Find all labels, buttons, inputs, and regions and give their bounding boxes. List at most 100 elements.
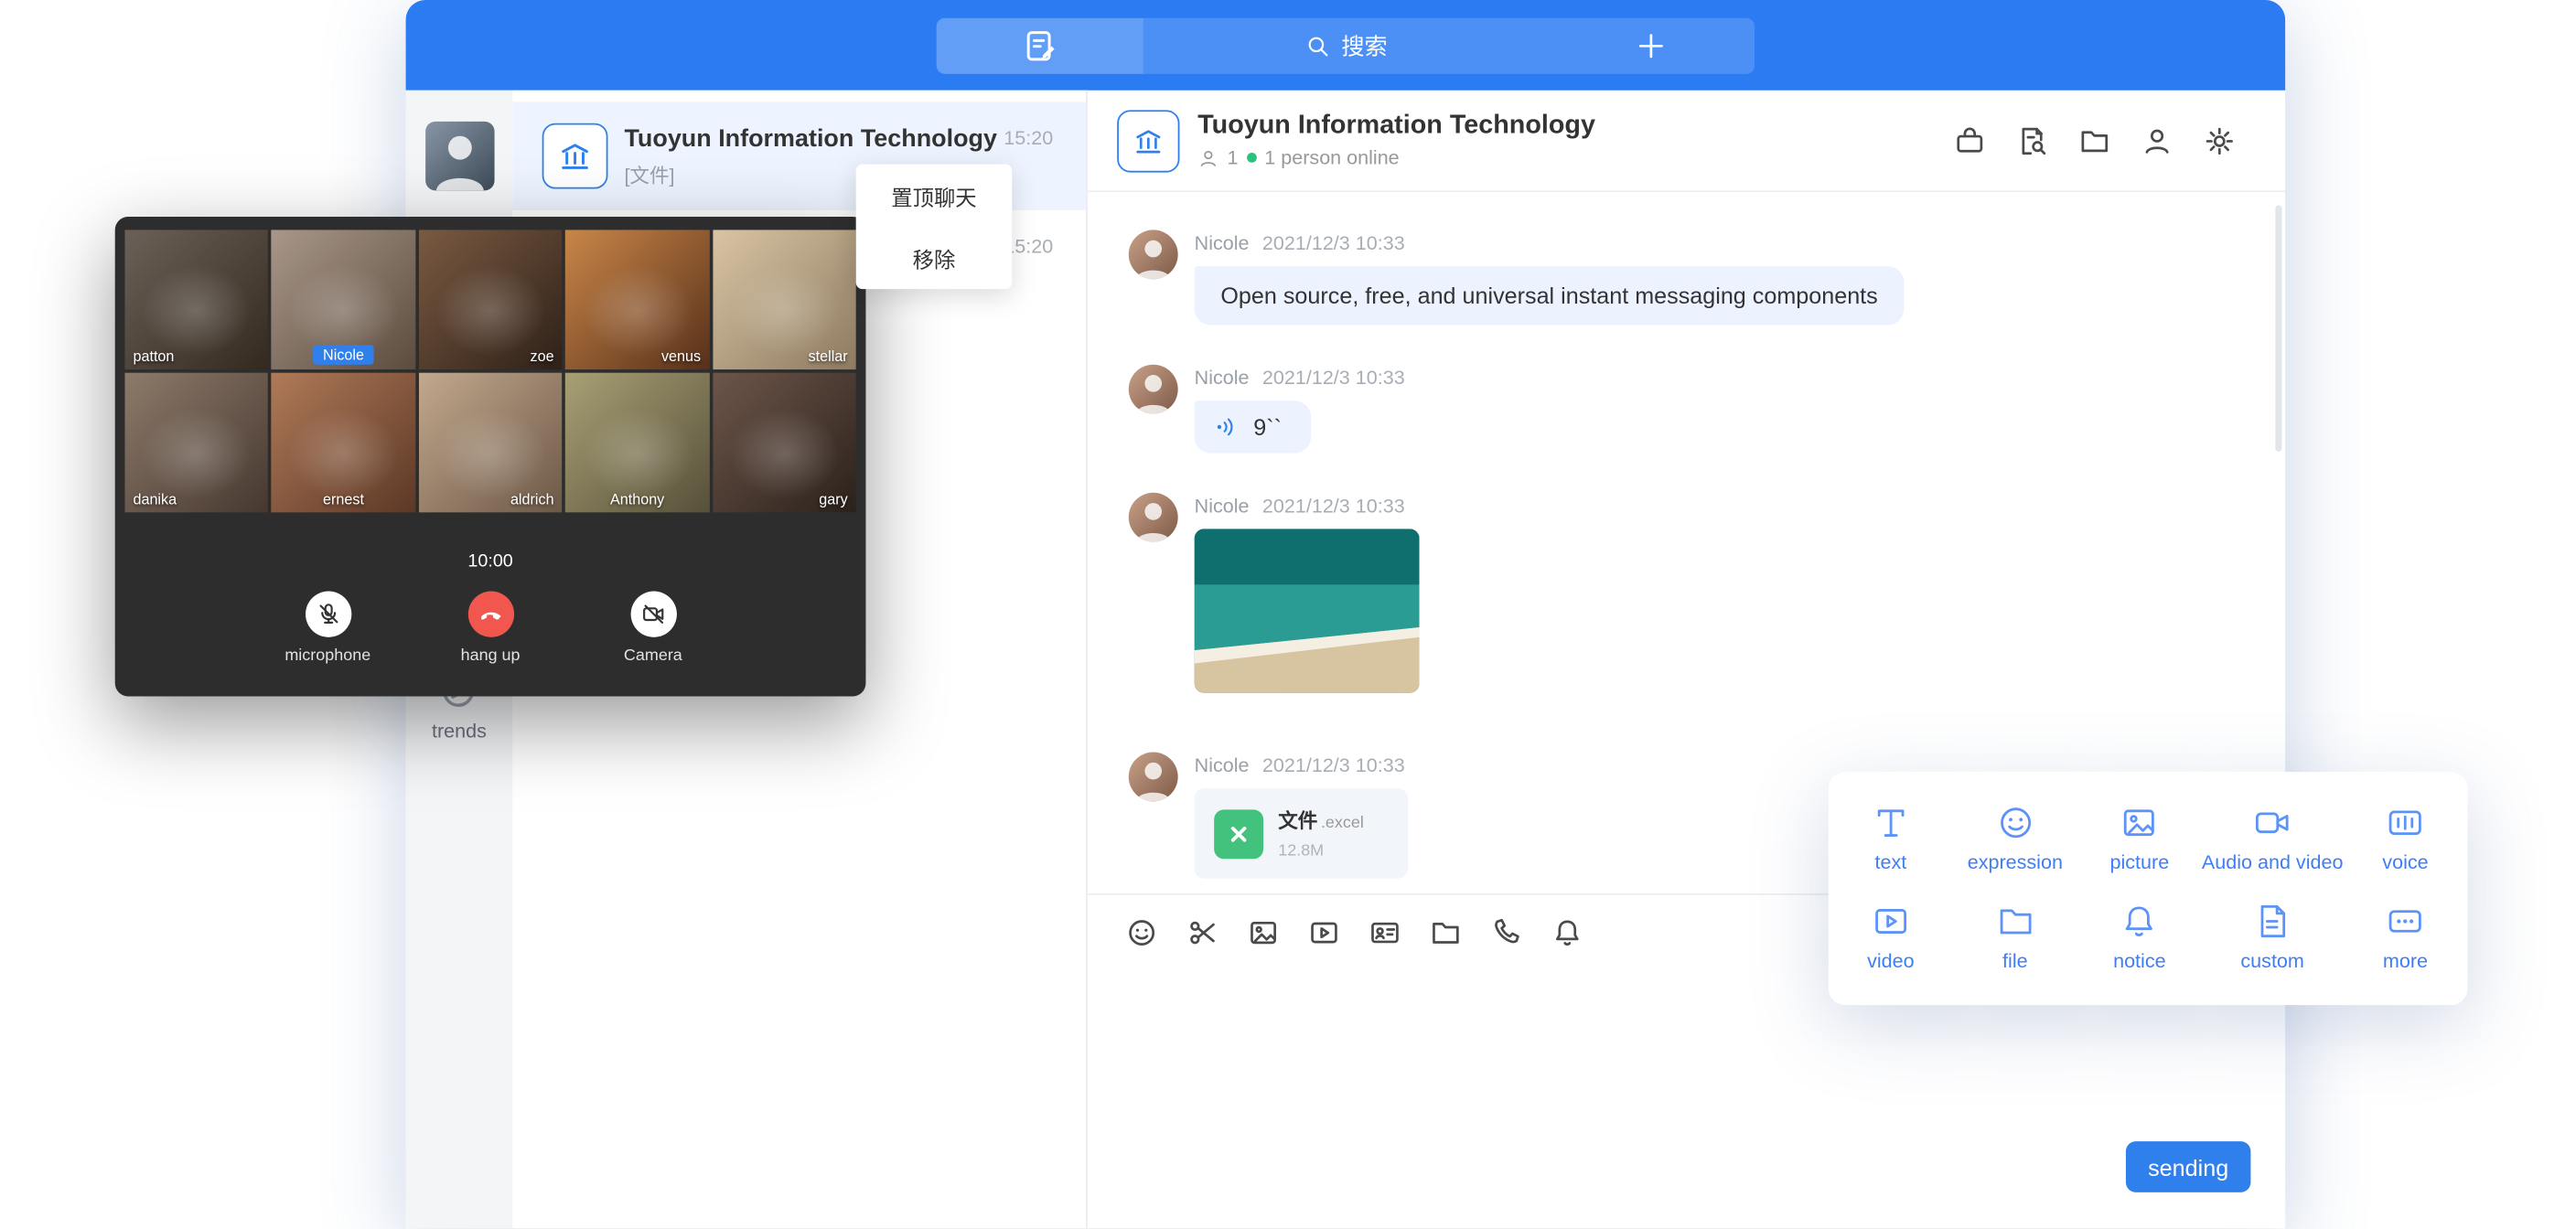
- call-timer: 10:00: [124, 551, 855, 572]
- video-tile: danika: [124, 373, 268, 513]
- compose-note-icon: [1022, 27, 1058, 64]
- phone-icon: [1490, 915, 1523, 948]
- members-button[interactable]: [2141, 124, 2174, 157]
- hangup-control: hang up: [439, 592, 541, 666]
- person-icon: [2141, 124, 2174, 157]
- folder-icon: [1429, 915, 1462, 948]
- voice-icon: [2386, 802, 2425, 841]
- camera-off-icon: [640, 601, 667, 627]
- conversation-title: Tuoyun Information Technology: [624, 124, 987, 153]
- avatar-silhouette-icon: [1129, 493, 1178, 542]
- scrollbar[interactable]: [2275, 205, 2281, 451]
- emoji-button[interactable]: [1125, 915, 1158, 948]
- image-icon: [1247, 915, 1280, 948]
- image-message-beach[interactable]: [1195, 529, 1420, 693]
- avatar-silhouette-icon: [424, 122, 493, 190]
- video-call-window: patton Nicole zoe venus stellar danika e…: [115, 217, 866, 696]
- panel-item-expression[interactable]: expression: [1953, 788, 2077, 887]
- trends-label: trends: [432, 720, 487, 743]
- online-dot: [1247, 153, 1257, 163]
- smiley-icon: [1125, 915, 1158, 948]
- message-meta: Nicole 2021/12/3 10:33: [1195, 753, 1408, 776]
- image-button[interactable]: [1247, 915, 1280, 948]
- panel-item-text[interactable]: text: [1829, 788, 1953, 887]
- search-label: 搜索: [1341, 28, 1387, 61]
- file-button[interactable]: [1429, 915, 1462, 948]
- conversation-context-menu: 置顶聊天 移除: [856, 165, 1013, 289]
- settings-button[interactable]: [2203, 124, 2236, 157]
- panel-item-label: video: [1867, 948, 1915, 971]
- participant-grid: patton Nicole zoe venus stellar danika e…: [124, 230, 855, 512]
- panel-item-more[interactable]: more: [2343, 887, 2467, 986]
- camera-off-button[interactable]: [630, 592, 676, 637]
- panel-item-notice[interactable]: notice: [2077, 887, 2202, 986]
- panel-item-label: file: [2002, 948, 2028, 971]
- panel-item-label: voice: [2382, 850, 2428, 872]
- top-bar: 搜索: [406, 0, 2286, 91]
- message-time: 2021/12/3 10:33: [1262, 366, 1405, 389]
- message-time: 2021/12/3 10:33: [1262, 495, 1405, 518]
- video-button[interactable]: [1308, 915, 1341, 948]
- message-meta: Nicole 2021/12/3 10:33: [1195, 231, 1905, 254]
- sender-avatar[interactable]: [1129, 230, 1178, 279]
- folder-icon: [2078, 124, 2111, 157]
- participant-name: gary: [819, 491, 847, 508]
- voice-message-bubble[interactable]: 9``: [1195, 401, 1312, 453]
- group-notice-button[interactable]: [1953, 124, 1986, 157]
- audio-video-icon: [2253, 802, 2292, 841]
- panel-item-custom[interactable]: custom: [2202, 887, 2344, 986]
- message-input-area[interactable]: sending: [1088, 969, 2285, 1229]
- panel-item-label: Audio and video: [2202, 850, 2344, 872]
- panel-item-label: more: [2383, 948, 2428, 971]
- video-tile: aldrich: [419, 373, 563, 513]
- participant-name: Anthony: [610, 491, 664, 508]
- avatar-silhouette-icon: [1129, 230, 1178, 279]
- group-file-button[interactable]: [2078, 124, 2111, 157]
- message-text: Nicole 2021/12/3 10:33 Open source, free…: [1129, 230, 2285, 325]
- chat-record-search-button[interactable]: [2016, 124, 2049, 157]
- text-message-bubble: Open source, free, and universal instant…: [1195, 266, 1905, 326]
- call-button[interactable]: [1490, 915, 1523, 948]
- excel-file-icon: [1214, 808, 1263, 858]
- chat-group-avatar: [1117, 109, 1179, 171]
- menu-item-pin-chat[interactable]: 置顶聊天: [856, 165, 1013, 227]
- members-icon: [1197, 147, 1218, 168]
- file-size: 12.8M: [1278, 842, 1364, 860]
- sender-avatar[interactable]: [1129, 493, 1178, 542]
- sender-avatar[interactable]: [1129, 753, 1178, 802]
- contact-card-button[interactable]: [1368, 915, 1401, 948]
- member-count: 1: [1228, 146, 1239, 169]
- panel-item-label: picture: [2109, 850, 2169, 872]
- video-film-icon: [1308, 915, 1341, 948]
- message-sender: Nicole: [1195, 231, 1250, 254]
- text-icon: [1871, 802, 1910, 841]
- top-search-pill: 搜索: [937, 17, 1755, 73]
- group-notice-icon: [1953, 124, 1986, 157]
- participant-name: danika: [133, 491, 177, 508]
- menu-item-remove[interactable]: 移除: [856, 227, 1013, 289]
- panel-item-video[interactable]: video: [1829, 887, 1953, 986]
- add-button[interactable]: [1548, 28, 1755, 61]
- search-icon: [1304, 32, 1330, 59]
- hangup-label: hang up: [461, 647, 521, 666]
- message-type-panel: text expression picture Audio and video …: [1829, 772, 2468, 1005]
- panel-item-file[interactable]: file: [1953, 887, 2077, 986]
- sound-waves-icon: [1214, 414, 1240, 441]
- screenshot-button[interactable]: [1186, 915, 1219, 948]
- compose-button[interactable]: [937, 17, 1143, 73]
- my-avatar[interactable]: [424, 122, 493, 190]
- panel-item-audio-video[interactable]: Audio and video: [2202, 788, 2344, 887]
- video-tile: Anthony: [565, 373, 709, 513]
- notice-button[interactable]: [1551, 915, 1583, 948]
- panel-item-label: text: [1874, 850, 1906, 872]
- sender-avatar[interactable]: [1129, 365, 1178, 414]
- send-button[interactable]: sending: [2126, 1141, 2250, 1192]
- panel-item-voice[interactable]: voice: [2343, 788, 2467, 887]
- message-time: 2021/12/3 10:33: [1262, 231, 1405, 254]
- panel-item-picture[interactable]: picture: [2077, 788, 2202, 887]
- hang-up-button[interactable]: [467, 592, 513, 637]
- participant-name: Nicole: [313, 345, 373, 365]
- file-message-card[interactable]: 文件.excel 12.8M: [1195, 788, 1408, 879]
- search-bar[interactable]: 搜索: [1143, 28, 1548, 61]
- mute-mic-button[interactable]: [305, 592, 350, 637]
